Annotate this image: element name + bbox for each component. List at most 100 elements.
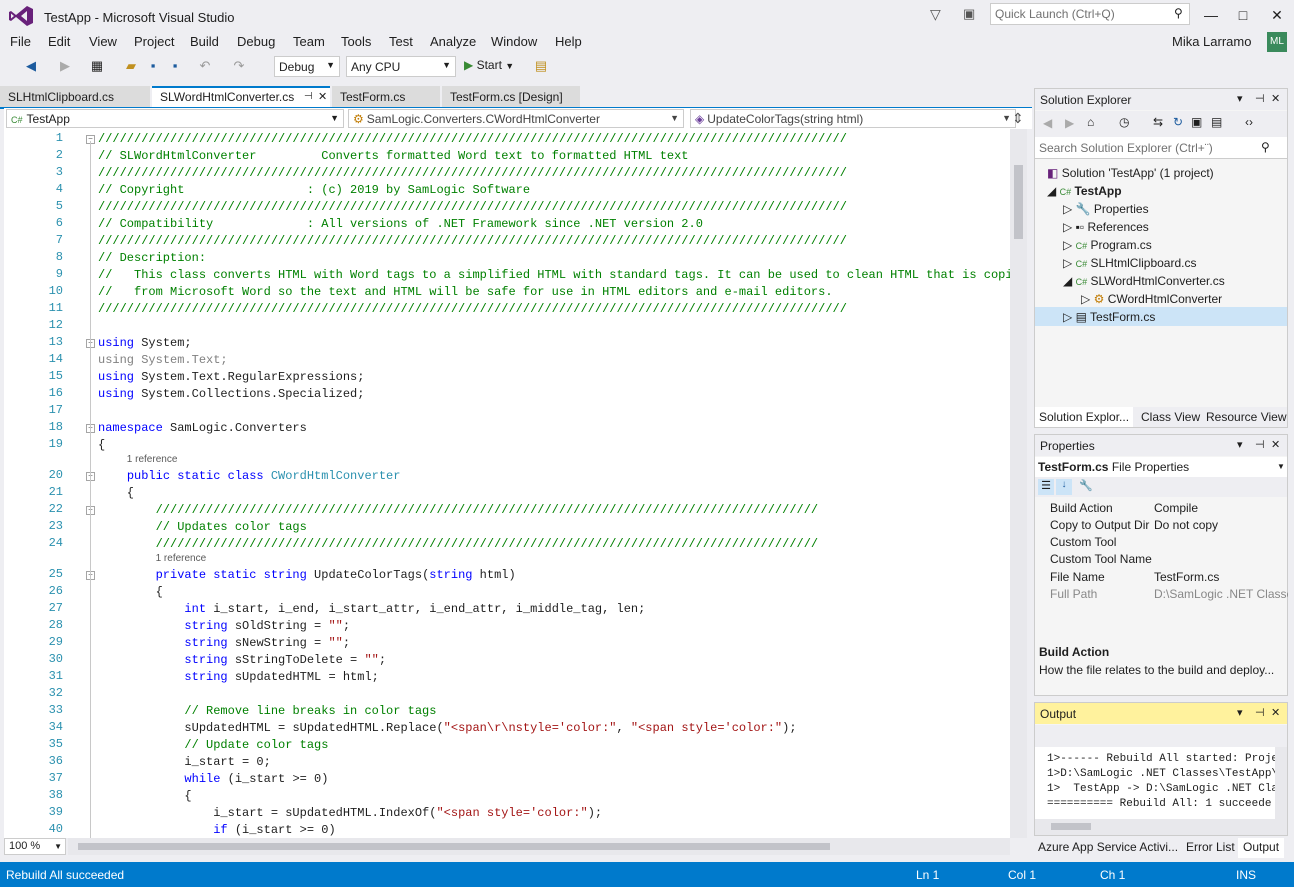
tab-testform-design[interactable]: TestForm.cs [Design]	[442, 86, 580, 108]
tab-resource-view[interactable]: Resource View	[1206, 410, 1286, 424]
property-row-copy-to-output[interactable]: Copy to Output Dir Do not copy	[1035, 516, 1288, 533]
codelens-reference[interactable]: 1 reference	[4, 454, 1010, 468]
menu-window[interactable]: Window	[491, 34, 537, 49]
menu-project[interactable]: Project	[134, 34, 174, 49]
new-project-icon[interactable]: ▦	[88, 57, 106, 75]
menu-edit[interactable]: Edit	[48, 34, 70, 49]
tab-solution-explorer[interactable]: Solution Explor...	[1035, 407, 1134, 427]
close-icon[interactable]: ✕	[1271, 706, 1280, 719]
menu-tools[interactable]: Tools	[341, 34, 371, 49]
show-all-files-icon[interactable]: ▤	[1211, 115, 1222, 129]
menu-file[interactable]: File	[10, 34, 31, 49]
refresh-icon[interactable]: ↻	[1173, 115, 1183, 129]
properties-object-select[interactable]: TestForm.cs File Properties ▼	[1035, 457, 1287, 477]
close-icon[interactable]: ✕	[1271, 92, 1280, 105]
tab-class-view[interactable]: Class View	[1141, 410, 1200, 424]
dropdown-icon[interactable]: ▾	[1237, 438, 1243, 451]
start-button[interactable]: ▶ Start ▼	[464, 58, 514, 72]
close-icon[interactable]: ✕	[318, 90, 327, 103]
categorized-icon[interactable]: ☰	[1038, 479, 1054, 495]
scroll-thumb[interactable]	[1014, 165, 1023, 239]
vertical-scrollbar[interactable]	[1010, 129, 1027, 838]
tree-item-slwordhtmlconverter[interactable]: ◢ C# SLWordHtmlConverter.cs	[1063, 274, 1225, 288]
close-button[interactable]: ✕	[1262, 4, 1292, 26]
property-row-custom-tool-name[interactable]: Custom Tool Name	[1035, 550, 1288, 567]
menu-build[interactable]: Build	[190, 34, 219, 49]
menu-debug[interactable]: Debug	[237, 34, 275, 49]
pin-icon[interactable]: ⊣	[1255, 438, 1265, 451]
property-row-build-action[interactable]: Build Action Compile	[1035, 499, 1288, 516]
dropdown-icon[interactable]: ▾	[1237, 706, 1243, 719]
output-vertical-scrollbar[interactable]	[1275, 747, 1287, 819]
avatar[interactable]: ML	[1267, 32, 1287, 52]
scroll-thumb[interactable]	[78, 843, 830, 850]
menu-analyze[interactable]: Analyze	[430, 34, 476, 49]
menu-view[interactable]: View	[89, 34, 117, 49]
platform-select[interactable]: Any CPU ▼	[346, 56, 456, 77]
configuration-select[interactable]: Debug ▼	[274, 56, 340, 77]
notifications-icon[interactable]: ▣	[963, 6, 975, 22]
alphabetical-icon[interactable]: ↓	[1056, 479, 1072, 495]
tree-item-testapp[interactable]: ◢ C# TestApp	[1047, 184, 1122, 198]
tree-item-cwordhtmlconverter[interactable]: ▷ ⚙ CWordHtmlConverter	[1081, 292, 1222, 306]
navigate-forward-icon[interactable]: ▶	[56, 57, 74, 75]
back-icon[interactable]: ◀	[1043, 116, 1052, 130]
solution-search-input[interactable]: Search Solution Explorer (Ctrl+¨) ⚲	[1035, 137, 1287, 159]
user-name[interactable]: Mika Larramo	[1172, 34, 1251, 49]
class-dropdown[interactable]: ⚙ SamLogic.Converters.CWordHtmlConverter ▼	[348, 109, 684, 128]
horizontal-scrollbar[interactable]	[68, 838, 1010, 855]
close-icon[interactable]: ✕	[1271, 438, 1280, 451]
zoom-select[interactable]: 100 % ▼	[4, 838, 66, 855]
tab-testform[interactable]: TestForm.cs	[332, 86, 440, 108]
quick-launch-input[interactable]: Quick Launch (Ctrl+Q)	[990, 3, 1190, 25]
tree-item-references[interactable]: ▷ ▪▫ References	[1063, 220, 1149, 234]
collapse-all-icon[interactable]: ▣	[1191, 115, 1202, 129]
tree-item-properties[interactable]: ▷ 🔧 Properties	[1063, 202, 1149, 216]
project-dropdown[interactable]: C# TestApp ▼	[6, 109, 344, 128]
pin-icon[interactable]: ⊣	[1255, 92, 1265, 105]
tab-output[interactable]: Output	[1238, 838, 1285, 858]
tab-slhtmlclipboard[interactable]: SLHtmlClipboard.cs	[0, 86, 150, 108]
code-editor[interactable]: 1−//////////////////////////////////////…	[4, 129, 1010, 838]
dropdown-icon[interactable]: ▾	[1237, 92, 1243, 105]
code-view-icon[interactable]: ‹›	[1245, 115, 1253, 129]
reference-count[interactable]: 1 reference	[156, 553, 207, 564]
home-icon[interactable]: ⌂	[1087, 115, 1094, 129]
tab-azure-app-service[interactable]: Azure App Service Activi...	[1038, 840, 1178, 854]
output-horizontal-scrollbar[interactable]	[1035, 819, 1287, 835]
menu-help[interactable]: Help	[555, 34, 582, 49]
tab-slwordhtmlconverter[interactable]: SLWordHtmlConverter.cs ⊣ ✕	[152, 86, 330, 108]
find-in-files-icon[interactable]: ▤	[532, 57, 550, 75]
codelens-reference[interactable]: 1 reference	[4, 553, 1010, 567]
tree-item-slhtmlclipboard[interactable]: ▷ C# SLHtmlClipboard.cs	[1063, 256, 1196, 270]
reference-count[interactable]: 1 reference	[127, 454, 178, 465]
pin-icon[interactable]: ⊣	[1255, 706, 1265, 719]
property-row-full-path[interactable]: Full Path D:\SamLogic .NET Classes	[1035, 585, 1288, 602]
maximize-button[interactable]: □	[1228, 4, 1258, 26]
menu-team[interactable]: Team	[293, 34, 325, 49]
forward-icon[interactable]: ▶	[1065, 116, 1074, 130]
tree-item-program[interactable]: ▷ C# Program.cs	[1063, 238, 1152, 252]
sync-icon[interactable]: ⇆	[1153, 115, 1163, 129]
redo-icon[interactable]: ↷	[230, 57, 248, 75]
menu-test[interactable]: Test	[389, 34, 413, 49]
navigate-back-icon[interactable]: ◀	[22, 57, 40, 75]
save-icon[interactable]: ▪	[144, 57, 162, 75]
feedback-filter-icon[interactable]: ▽	[930, 6, 941, 23]
split-editor-icon[interactable]: ⇕	[1012, 110, 1024, 127]
member-dropdown[interactable]: ◈ UpdateColorTags(string html) ▼	[690, 109, 1016, 128]
output-text[interactable]: 1>------ Rebuild All started: Proje 1>D:…	[1035, 747, 1275, 819]
property-row-custom-tool[interactable]: Custom Tool	[1035, 533, 1288, 550]
property-row-file-name[interactable]: File Name TestForm.cs	[1035, 568, 1288, 585]
tree-item-testform[interactable]: ▷ ▤ TestForm.cs	[1063, 310, 1155, 324]
tree-item-solution[interactable]: ◧ Solution 'TestApp' (1 project)	[1047, 166, 1214, 180]
minimize-button[interactable]: —	[1196, 4, 1226, 26]
pin-icon[interactable]: ⊣	[304, 91, 313, 102]
pending-changes-icon[interactable]: ◷	[1119, 115, 1129, 129]
undo-icon[interactable]: ↶	[196, 57, 214, 75]
open-file-icon[interactable]: ▰	[122, 57, 140, 75]
tab-error-list[interactable]: Error List	[1186, 840, 1235, 854]
save-all-icon[interactable]: ▪	[166, 57, 184, 75]
property-pages-icon[interactable]: 🔧	[1079, 479, 1093, 492]
scroll-thumb[interactable]	[1051, 823, 1091, 830]
